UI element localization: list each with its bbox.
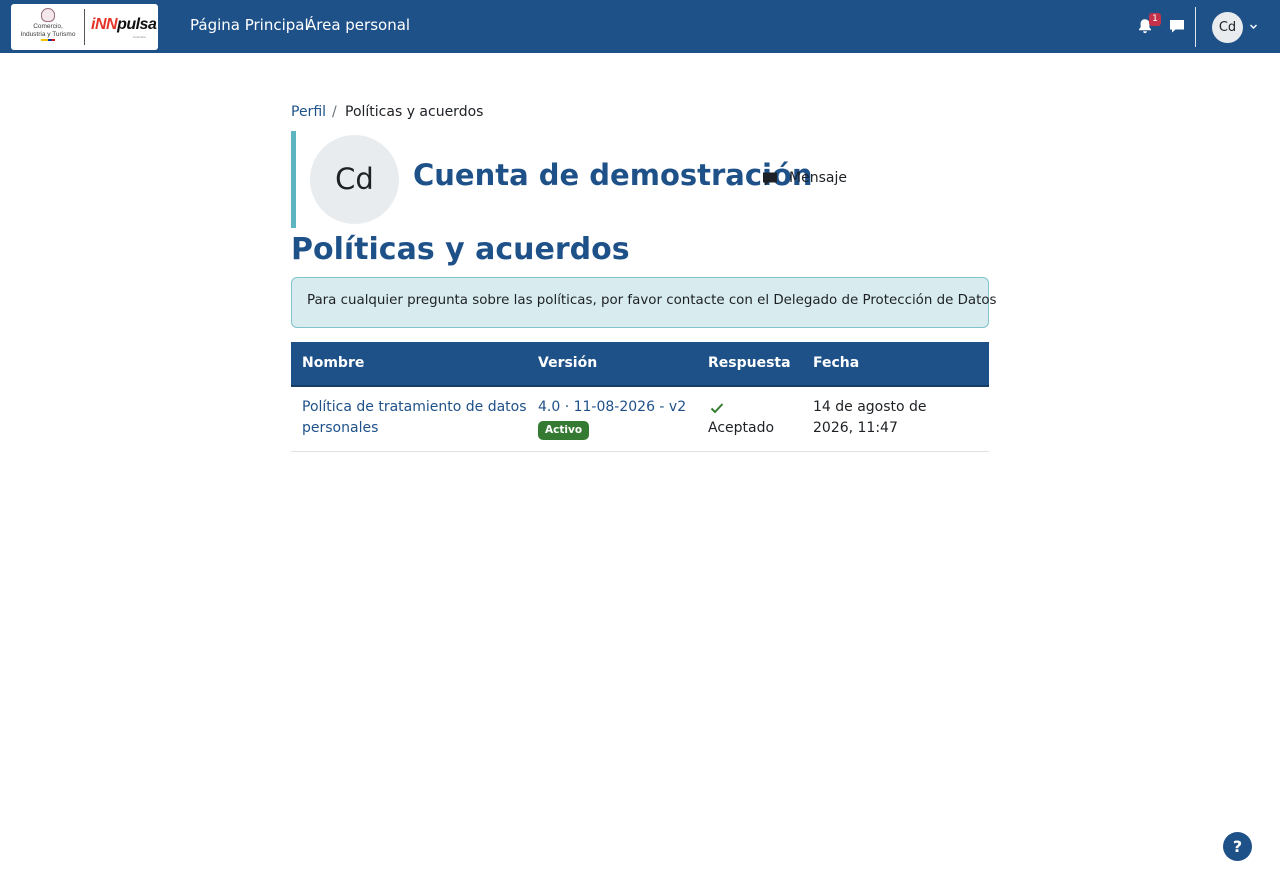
column-header-name: Nombre	[302, 355, 365, 371]
help-button[interactable]: ?	[1223, 832, 1252, 861]
column-header-date: Fecha	[813, 355, 860, 371]
check-icon	[710, 403, 724, 414]
nav-link-personal-area[interactable]: Área personal	[306, 16, 410, 34]
logo-divider	[84, 9, 85, 45]
message-icon[interactable]	[762, 171, 778, 187]
breadcrumb-separator: /	[332, 104, 337, 120]
info-alert-text: Para cualquier pregunta sobre las políti…	[307, 293, 997, 308]
status-badge: Activo	[538, 421, 590, 440]
flag-stripe	[41, 39, 55, 41]
profile-avatar: Cd	[310, 135, 399, 224]
logo-inn-text: iNN	[91, 16, 118, 33]
breadcrumb-profile-link[interactable]: Perfil	[291, 104, 326, 120]
table-row: Política de tratamiento de datos persona…	[291, 387, 989, 452]
policy-response: Aceptado	[708, 420, 775, 436]
profile-header-accent	[291, 131, 296, 228]
column-header-response: Respuesta	[708, 355, 791, 371]
page-title: Políticas y acuerdos	[291, 232, 630, 267]
top-navbar: Comercio, Industria y Turismo iNNpulsa C…	[0, 0, 1280, 53]
profile-name: Cuenta de demostración	[413, 158, 813, 192]
nav-divider	[1195, 7, 1196, 47]
site-logo[interactable]: Comercio, Industria y Turismo iNNpulsa C…	[11, 4, 158, 50]
chevron-down-icon[interactable]	[1249, 22, 1258, 31]
logo-subtext: Colombia	[133, 35, 146, 39]
coat-of-arms-icon	[41, 8, 55, 22]
innpulsa-logo: iNNpulsa	[91, 16, 157, 34]
breadcrumb-current: Políticas y acuerdos	[345, 104, 484, 120]
table-header: Nombre Versión Respuesta Fecha	[291, 342, 989, 387]
seal-line-1: Comercio,	[33, 23, 63, 30]
nav-link-home[interactable]: Página Principal	[190, 16, 309, 34]
notification-count-badge: 1	[1149, 13, 1161, 26]
user-avatar[interactable]: Cd	[1212, 12, 1243, 43]
info-alert: Para cualquier pregunta sobre las políti…	[291, 277, 997, 328]
policy-name-link[interactable]: Política de tratamiento de datos persona…	[302, 397, 532, 439]
policy-date: 14 de agosto de 2026, 11:47	[813, 399, 927, 436]
ministry-seal-logo: Comercio, Industria y Turismo	[17, 8, 79, 46]
logo-pulsa-text: pulsa	[117, 16, 157, 33]
chat-icon[interactable]	[1168, 17, 1186, 35]
seal-line-2: Industria y Turismo	[20, 31, 76, 38]
send-message-button[interactable]: Mensaje	[789, 170, 847, 186]
policy-version-link[interactable]: 4.0 · 11-08-2026 - v2	[538, 397, 686, 418]
column-header-version: Versión	[538, 355, 598, 371]
